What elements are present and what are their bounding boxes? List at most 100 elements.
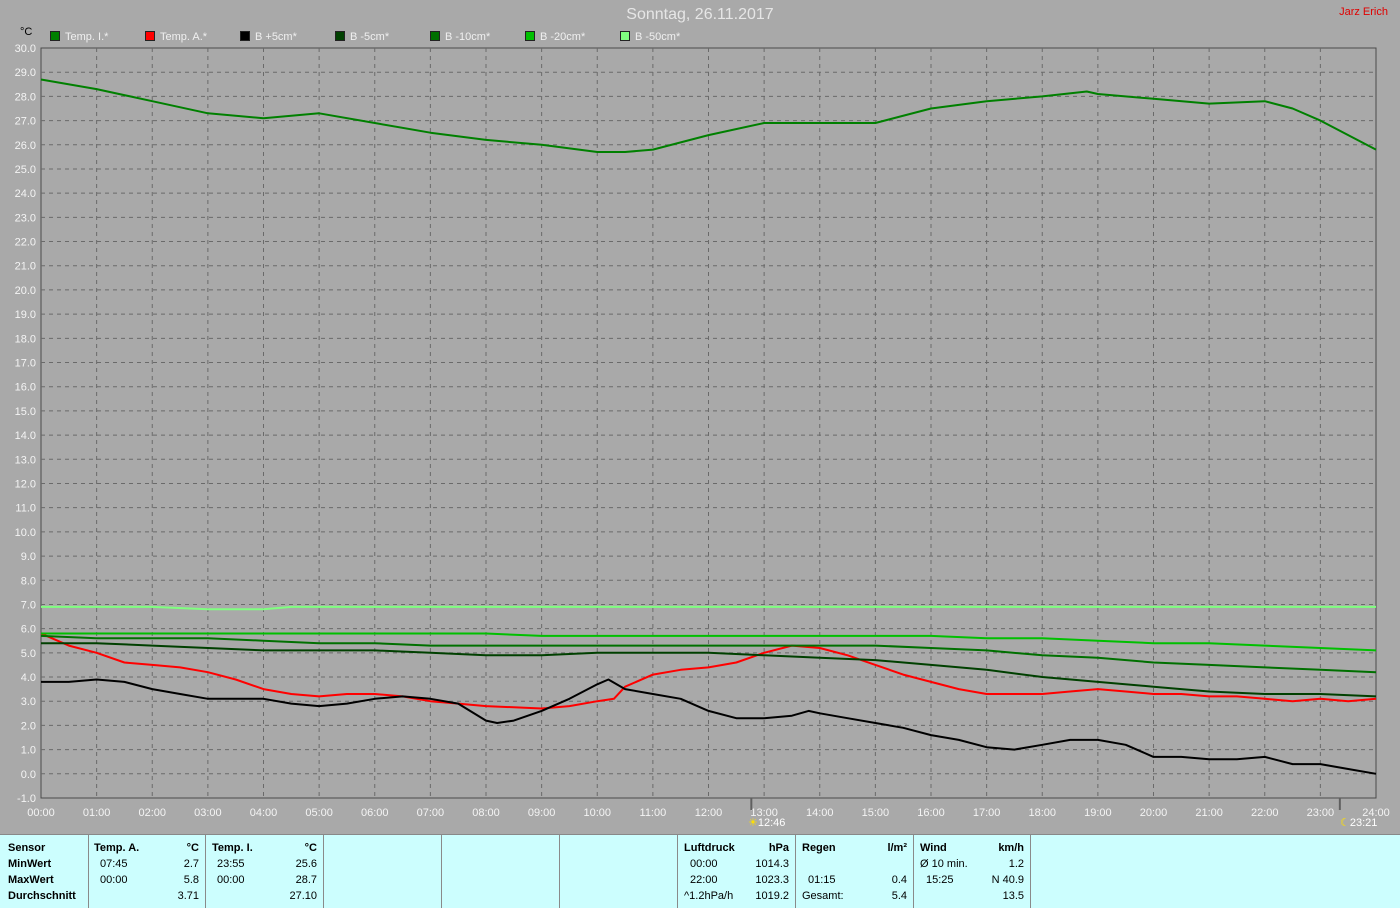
legend-swatch xyxy=(50,31,60,41)
temp-i-max: 28.7 xyxy=(295,874,317,886)
y-tick-label: 6.0 xyxy=(21,624,36,636)
x-tick-label: 18:00 xyxy=(1028,807,1056,819)
y-tick-label: 10.0 xyxy=(15,527,36,539)
wind-avg: 1.2 xyxy=(1008,858,1024,870)
wind-max: N 40.9 xyxy=(991,874,1024,886)
y-tick-label: 20.0 xyxy=(15,285,36,297)
x-tick-label: 03:00 xyxy=(194,807,222,819)
temp-i-min-time: 23:55 xyxy=(217,858,245,870)
x-tick-label: 01:00 xyxy=(83,807,111,819)
y-tick-label: 11.0 xyxy=(15,503,36,515)
y-tick-label: 15.0 xyxy=(15,406,36,418)
y-tick-label: 29.0 xyxy=(15,67,36,79)
x-tick-label: 11:00 xyxy=(640,807,667,819)
x-tick-label: 09:00 xyxy=(528,807,556,819)
legend-swatch xyxy=(525,31,535,41)
temp-a-min-time: 07:45 xyxy=(100,858,128,870)
y-tick-label: 13.0 xyxy=(15,454,36,466)
sunrise-time: 12:46 xyxy=(757,817,786,829)
y-tick-label: -1.0 xyxy=(17,793,36,805)
sunrise-icon: ☀ xyxy=(748,817,758,829)
legend-label: B -10cm* xyxy=(445,31,491,43)
x-tick-label: 20:00 xyxy=(1140,807,1168,819)
wind-column: Wind km/h Ø 10 min. 1.2 15:25 N 40.9 13.… xyxy=(913,835,1031,908)
legend-label: B -5cm* xyxy=(350,31,390,43)
rain-column: Regen l/m² 01:15 0.4 Gesamt: 5.4 xyxy=(795,835,914,908)
y-tick-label: 24.0 xyxy=(15,188,36,200)
row-label-max: MaxWert xyxy=(8,874,54,886)
sensor-column: Sensor MinWert MaxWert Durchschnitt xyxy=(0,835,89,908)
y-tick-label: 8.0 xyxy=(21,575,36,587)
x-tick-label: 08:00 xyxy=(472,807,500,819)
temp-i-unit: °C xyxy=(304,842,317,854)
y-tick-label: 18.0 xyxy=(15,333,36,345)
x-tick-label: 15:00 xyxy=(862,807,890,819)
author-label: Jarz Erich xyxy=(1339,6,1388,18)
wind-gust: 13.5 xyxy=(1002,890,1024,902)
x-tick-label: 19:00 xyxy=(1084,807,1112,819)
row-label-min: MinWert xyxy=(8,858,52,870)
temp-i-min: 25.6 xyxy=(295,858,317,870)
legend-label: Temp. I.* xyxy=(65,31,109,43)
y-tick-label: 25.0 xyxy=(15,164,36,176)
y-tick-label: 27.0 xyxy=(15,116,36,128)
legend-item: Temp. I.* xyxy=(50,31,108,43)
rain-header: Regen xyxy=(802,842,836,854)
empty-column-3 xyxy=(559,835,678,908)
rain-max-time: 01:15 xyxy=(808,874,836,886)
x-tick-label: 14:00 xyxy=(806,807,834,819)
pressure-min-time: 00:00 xyxy=(690,858,718,870)
moon-marker: ☾23:21 xyxy=(1340,816,1377,829)
legend-label: Temp. A.* xyxy=(160,31,208,43)
pressure-header: Luftdruck xyxy=(684,842,735,854)
x-tick-label: 23:00 xyxy=(1307,807,1335,819)
pressure-column: Luftdruck hPa 00:00 1014.3 22:00 1023.3 … xyxy=(677,835,796,908)
row-label-avg: Durchschnitt xyxy=(8,890,76,902)
x-tick-label: 22:00 xyxy=(1251,807,1279,819)
temp-a-column: Temp. A. °C 07:45 2.7 00:00 5.8 3.71 xyxy=(88,835,206,908)
y-tick-label: 3.0 xyxy=(21,696,36,708)
y-axis-unit: °C xyxy=(20,26,33,38)
x-tick-label: 10:00 xyxy=(583,807,611,819)
y-tick-label: 5.0 xyxy=(21,648,36,660)
chart-title: Sonntag, 26.11.2017 xyxy=(626,6,774,23)
x-tick-label: 17:00 xyxy=(973,807,1001,819)
pressure-unit: hPa xyxy=(768,842,789,854)
y-tick-label: 4.0 xyxy=(21,672,36,684)
y-tick-label: 23.0 xyxy=(15,212,36,224)
wind-max-time: 15:25 xyxy=(926,874,954,886)
y-tick-label: 12.0 xyxy=(15,478,36,490)
y-tick-label: 30.0 xyxy=(15,43,36,55)
chart-area: -1.0 0.0 1.0 2.0 3.0 4.0 5.0 6.0 7.0 8.0 9.0 10.0 11… xyxy=(0,0,1400,834)
pressure-avg: 1019.2 xyxy=(755,890,789,902)
x-tick-label: 12:00 xyxy=(695,807,723,819)
temp-a-unit: °C xyxy=(186,842,199,854)
y-tick-label: 17.0 xyxy=(15,358,36,370)
x-tick-label: 06:00 xyxy=(361,807,389,819)
legend-item: Temp. A.* xyxy=(145,31,207,43)
y-tick-label: 14.0 xyxy=(15,430,36,442)
wind-unit: km/h xyxy=(998,842,1024,854)
empty-column-1 xyxy=(323,835,442,908)
rain-total: 5.4 xyxy=(891,890,907,902)
wind-avg-label: Ø 10 min. xyxy=(920,858,968,870)
temp-a-max: 5.8 xyxy=(183,874,199,886)
legend-swatch xyxy=(335,31,345,41)
rain-unit: l/m² xyxy=(887,842,907,854)
line-chart: -1.0 0.0 1.0 2.0 3.0 4.0 5.0 6.0 7.0 8.0 9.0 10.0 11… xyxy=(15,43,1390,819)
y-tick-label: 28.0 xyxy=(15,91,36,103)
legend-label: B -50cm* xyxy=(635,31,681,43)
y-tick-label: 21.0 xyxy=(15,261,36,273)
x-tick-label: 05:00 xyxy=(305,807,333,819)
rain-max: 0.4 xyxy=(891,874,907,886)
temp-a-header: Temp. A. xyxy=(94,842,140,854)
temp-i-header: Temp. I. xyxy=(212,842,253,854)
legend-swatch xyxy=(620,31,630,41)
y-tick-label: 9.0 xyxy=(21,551,36,563)
x-tick-label: 00:00 xyxy=(27,807,55,819)
legend-item: B -10cm* xyxy=(430,31,490,43)
x-tick-label: 07:00 xyxy=(417,807,445,819)
pressure-max: 1023.3 xyxy=(755,874,789,886)
sunrise-marker: ☀12:46 xyxy=(748,816,785,829)
legend-swatch xyxy=(145,31,155,41)
